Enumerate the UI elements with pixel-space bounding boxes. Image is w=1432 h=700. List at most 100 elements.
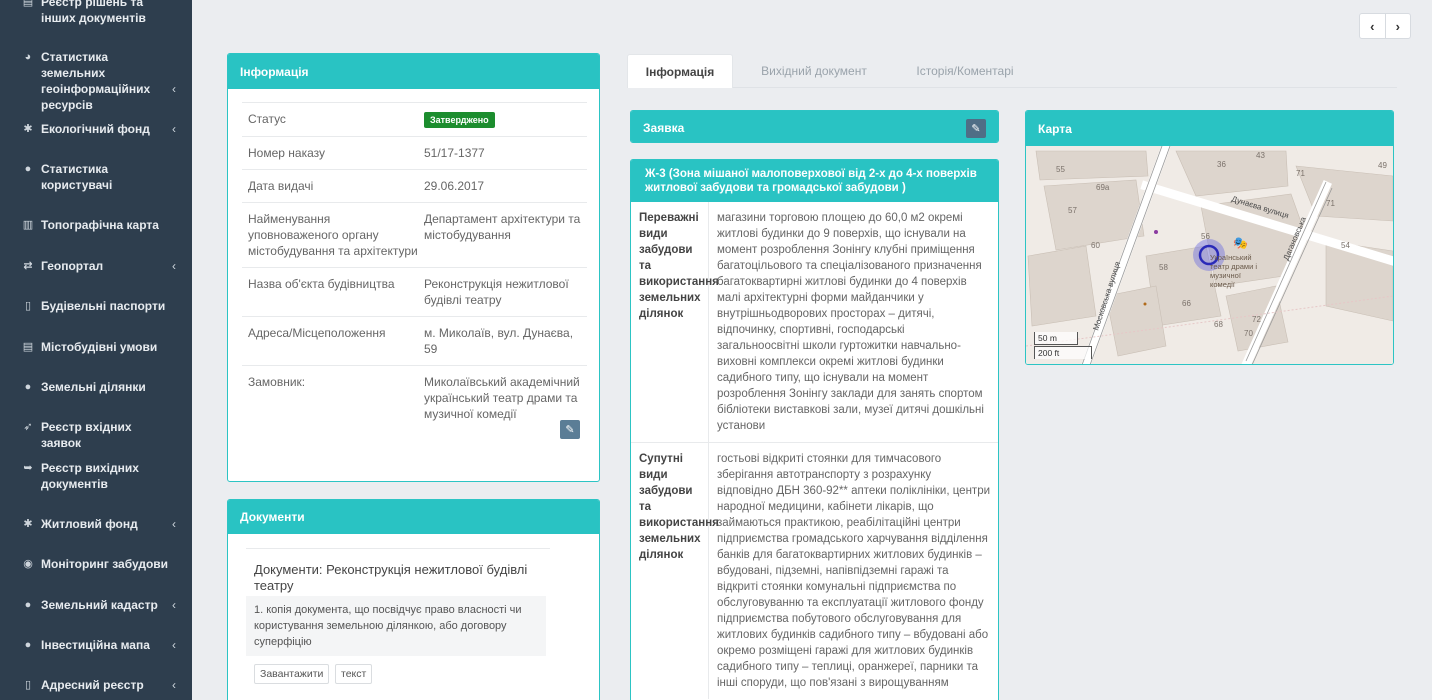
sidebar-item-label: Земельні ділянки (41, 380, 146, 394)
info-row-status: Статус Затверджено (242, 102, 587, 136)
pencil-icon: ✎ (971, 123, 981, 135)
zone-value: гостьові відкриті стоянки для тимчасовог… (717, 453, 991, 689)
sidebar-item-geoportal[interactable]: ⇄ Геопортал ‹ (0, 258, 192, 274)
info-row-address: Адреса/Місцеположення м. Миколаїв, вул. … (242, 316, 587, 365)
tab-output-document[interactable]: Вихідний документ (745, 54, 883, 88)
sidebar-item-label: Геопортал (41, 259, 104, 273)
chevron-left-icon: ‹ (172, 678, 176, 692)
zone-panel: Ж-3 (Зона мішаної малоповерхової від 2-х… (630, 159, 999, 700)
file-text-icon: ▤ (22, 341, 34, 353)
sidebar-item-building-passports[interactable]: ▯ Будівельні паспорти (0, 298, 192, 314)
sidebar-item-label: Реєстр вихідних документів (41, 461, 139, 491)
documents-panel: Документи Документи: Реконструкція нежит… (227, 499, 600, 700)
document-item: 1. копія документа, що посвідчує право в… (246, 596, 546, 656)
tab-history-comments[interactable]: Історія/Коментарі (903, 54, 1027, 88)
sidebar-item-address-registry[interactable]: ▯ Адресний реєстр ‹ (0, 677, 192, 693)
tabs: Інформація Вихідний документ Історія/Ком… (627, 54, 1397, 88)
sidebar-item-housing-fund[interactable]: ✱ Житловий фонд ‹ (0, 516, 192, 532)
globe-icon: ● (24, 599, 32, 611)
document-title: Документи: Реконструкція нежитлової буді… (254, 562, 528, 593)
info-key: Назва об'єкта будівництва (248, 277, 395, 291)
info-key: Статус (248, 112, 286, 126)
sidebar-item-land-statistics[interactable]: ◕ Статистика земельних геоінформаційних … (0, 49, 192, 113)
globe-icon: ● (24, 639, 32, 651)
scale-bar-imperial: 200 ft (1034, 346, 1092, 359)
poi-label: Український театр драми і музичної комед… (1210, 253, 1258, 289)
info-key: Найменування уповноваженого органу місто… (248, 212, 418, 258)
text-button[interactable]: текст (335, 664, 373, 684)
info-value: Департамент архітектури та містобудуванн… (424, 212, 581, 242)
info-row-customer: Замовник: Миколаївський академічний укра… (242, 365, 587, 430)
sidebar-item-topo-map[interactable]: ▥ Топографічна карта (0, 217, 192, 233)
sidebar-item-ecology-fund[interactable]: ✱ Екологічний фонд ‹ (0, 121, 192, 137)
scale-bar-metric: 50 m (1034, 332, 1078, 345)
edit-customer-button[interactable]: ✎ (560, 420, 580, 439)
record-navigation: ‹ › (1359, 13, 1411, 39)
chevron-left-icon: ‹ (172, 82, 176, 96)
house-number: 69а (1096, 183, 1110, 192)
divider (246, 548, 550, 549)
sidebar-item-label: Житловий фонд (41, 517, 138, 531)
sidebar-item-land-cadastre[interactable]: ● Земельний кадастр ‹ (0, 597, 192, 613)
house-number: 71 (1296, 169, 1305, 178)
info-key: Дата видачі (248, 179, 314, 193)
sidebar-item-decisions-registry[interactable]: ▤ Реєстр рішень та інших документів (0, 0, 192, 26)
sidebar-item-label: Реєстр вхідних заявок (41, 420, 132, 450)
zone-value: магазини торговою площею до 60,0 м2 окре… (717, 212, 984, 432)
sidebar-item-label: Містобудівні умови (41, 340, 158, 354)
zone-row-secondary-uses: Супутні види забудови та використання зе… (631, 442, 998, 699)
file-icon: ▯ (24, 300, 32, 312)
info-key: Номер наказу (248, 146, 325, 160)
sidebar-item-investment-map[interactable]: ● Інвестиційна мапа ‹ (0, 637, 192, 653)
map-panel-title: Карта (1026, 111, 1393, 146)
prev-button[interactable]: ‹ (1360, 14, 1386, 38)
zone-key: Переважні види забудови та використання … (631, 202, 719, 442)
sidebar-item-construction-monitoring[interactable]: ◉ Моніторинг забудови (0, 556, 192, 572)
map-view[interactable]: 36 43 55 69а 57 56 58 60 66 68 70 72 49 … (1026, 146, 1393, 364)
info-value: 51/17-1377 (424, 146, 485, 160)
asterisk-icon: ✱ (23, 518, 33, 530)
tab-information[interactable]: Інформація (627, 54, 733, 88)
next-button[interactable]: › (1386, 14, 1411, 38)
info-key: Адреса/Місцеположення (248, 326, 386, 340)
sidebar-item-label: Топографічна карта (41, 218, 159, 232)
house-number: 66 (1182, 299, 1191, 308)
map-icon: ▥ (22, 219, 34, 231)
eye-icon: ◉ (23, 558, 33, 570)
document-icon: ▤ (22, 0, 34, 8)
chevron-left-icon: ‹ (172, 638, 176, 652)
sidebar-item-outgoing-registry[interactable]: ➥ Реєстр вихідних документів (0, 460, 192, 492)
chevron-left-icon: ‹ (172, 598, 176, 612)
house-number: 60 (1091, 241, 1100, 250)
sidebar-item-land-plots[interactable]: ● Земельні ділянки (0, 379, 192, 395)
documents-panel-title: Документи (228, 500, 599, 534)
house-number: 43 (1256, 151, 1265, 160)
house-number: 71 (1326, 199, 1335, 208)
zone-row-primary-uses: Переважні види забудови та використання … (631, 202, 998, 442)
theater-icon: 🎭 (1233, 236, 1248, 250)
sidebar-item-user-statistics[interactable]: ● Статистика користувачі (0, 161, 192, 193)
info-table: Статус Затверджено Номер наказу 51/17-13… (242, 102, 587, 430)
status-badge: Затверджено (424, 112, 495, 128)
retweet-icon: ⇄ (23, 260, 33, 272)
house-number: 36 (1217, 160, 1226, 169)
chevron-left-icon: ‹ (1370, 18, 1375, 34)
chevron-left-icon: ‹ (172, 259, 176, 273)
info-value: м. Миколаїв, вул. Дунаєва, 59 (424, 326, 574, 356)
house-number: 55 (1056, 165, 1065, 174)
sidebar-item-label: Земельний кадастр (41, 598, 158, 612)
sidebar-item-incoming-registry[interactable]: ➶ Реєстр вхідних заявок (0, 419, 192, 451)
sidebar-item-label: Статистика користувачі (41, 162, 113, 192)
customer-link[interactable]: Миколаївський академічний український те… (424, 374, 581, 422)
download-button[interactable]: Завантажити (254, 664, 330, 684)
house-number: 54 (1341, 241, 1350, 250)
sign-out-icon: ➥ (23, 462, 33, 474)
sidebar-item-label: Моніторинг забудови (41, 557, 169, 571)
tree-icon: ✱ (23, 123, 33, 135)
info-row-issue-date: Дата видачі 29.06.2017 (242, 169, 587, 202)
house-number: 68 (1214, 320, 1223, 329)
edit-request-button[interactable]: ✎ (966, 119, 986, 138)
map-panel: Карта 36 43 55 69а 57 56 58 60 66 68 70 … (1025, 110, 1394, 365)
sidebar-item-urban-conditions[interactable]: ▤ Містобудівні умови (0, 339, 192, 355)
sidebar-item-label: Будівельні паспорти (41, 299, 166, 313)
